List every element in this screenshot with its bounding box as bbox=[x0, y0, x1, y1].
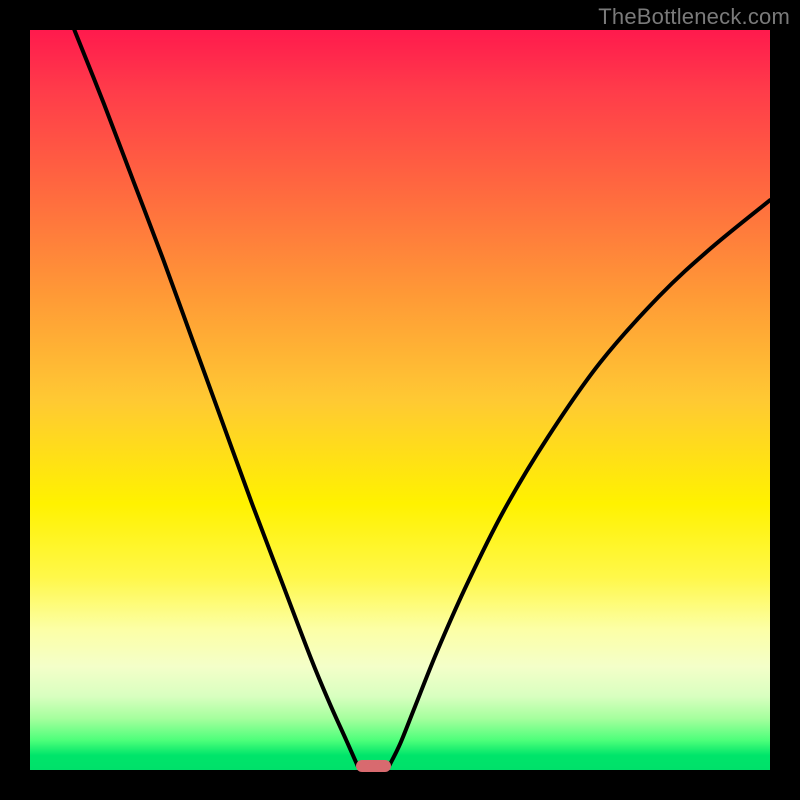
watermark-text: TheBottleneck.com bbox=[598, 4, 790, 30]
curve-left-branch bbox=[74, 30, 357, 766]
plot-area bbox=[30, 30, 770, 770]
bottleneck-marker bbox=[356, 760, 391, 772]
bottleneck-curve bbox=[30, 30, 770, 770]
chart-frame: TheBottleneck.com bbox=[0, 0, 800, 800]
curve-right-branch bbox=[389, 200, 770, 766]
